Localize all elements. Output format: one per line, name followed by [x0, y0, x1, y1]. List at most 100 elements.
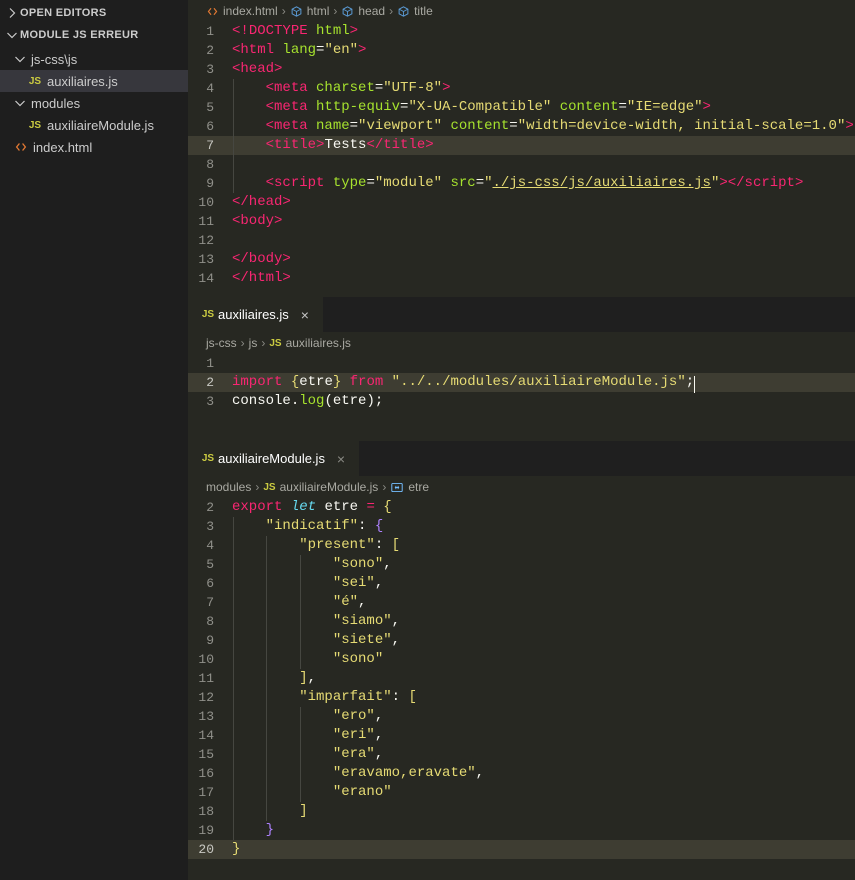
chevron-right-icon [4, 5, 20, 21]
code-line[interactable]: 14 "eri", [188, 726, 855, 745]
code-editor-auxiliaires-js[interactable]: 1 2 import {etre} from "../../modules/auxi… [188, 354, 855, 441]
code-line[interactable]: 13 "ero", [188, 707, 855, 726]
line-content: "ero", [232, 707, 855, 726]
code-line[interactable]: 2 <html lang="en"> [188, 41, 855, 60]
code-line[interactable]: 1 <!DOCTYPE html> [188, 22, 855, 41]
breadcrumb-auxiliaires-js: js-css › js › JS auxiliaires.js [188, 332, 855, 354]
indent-guide [232, 155, 234, 174]
code-line[interactable]: 11 <body> [188, 212, 855, 231]
line-content [232, 155, 855, 174]
code-editor-index-html[interactable]: 1 <!DOCTYPE html> 2 <html lang="en"> 3 <head>… [188, 22, 855, 297]
indent-guide [299, 650, 301, 669]
close-icon[interactable]: × [297, 307, 313, 323]
indent-guide [266, 726, 268, 745]
code-line[interactable]: 7 "é", [188, 593, 855, 612]
code-line[interactable]: 15 "era", [188, 745, 855, 764]
indent-guide [266, 555, 268, 574]
breadcrumb-item[interactable]: js [249, 336, 258, 350]
code-line[interactable]: 7 <title>Tests</title> [188, 136, 855, 155]
chevron-down-icon [12, 51, 28, 67]
breadcrumb-label: etre [408, 480, 429, 494]
editor-group-2: JS auxiliaires.js × js-css › js › JS auxiliai… [188, 297, 855, 441]
breadcrumb-separator-icon: › [255, 480, 260, 494]
breadcrumb-item[interactable]: index.html [206, 4, 278, 18]
code-line[interactable]: 2 import {etre} from "../../modules/auxil… [188, 373, 855, 393]
code-line[interactable]: 13 </body> [188, 250, 855, 269]
tab-bar-2: JS auxiliaires.js × [188, 297, 855, 332]
code-line[interactable]: 3 console.log(etre); [188, 392, 855, 411]
line-content: <meta http-equiv="X-UA-Compatible" conte… [232, 98, 855, 117]
indent-guide [266, 669, 268, 688]
code-line[interactable]: 9 "siete", [188, 631, 855, 650]
breadcrumb-item[interactable]: JS auxiliaires.js [269, 336, 351, 350]
indent-guide [266, 536, 268, 555]
breadcrumb-separator-icon: › [261, 336, 266, 350]
code-line[interactable]: 1 [188, 354, 855, 373]
code-line[interactable]: 6 <meta name="viewport" content="width=d… [188, 117, 855, 136]
code-line[interactable]: 16 "eravamo,eravate", [188, 764, 855, 783]
code-line[interactable]: 18 ] [188, 802, 855, 821]
editor-area: index.html › html › head › title 1 <!DOCTYPE ht… [188, 0, 855, 880]
explorer-row-auxiliaires-js[interactable]: JS auxiliaires.js [0, 70, 188, 92]
code-line[interactable]: 10 </head> [188, 193, 855, 212]
code-line[interactable]: 12 "imparfait": [ [188, 688, 855, 707]
code-line[interactable]: 3 "indicatif": { [188, 517, 855, 536]
code-line[interactable]: 11 ], [188, 669, 855, 688]
code-line[interactable]: 5 <meta http-equiv="X-UA-Compatible" con… [188, 98, 855, 117]
indent-guide [232, 783, 234, 802]
tab-auxiliaires-js[interactable]: JS auxiliaires.js × [188, 297, 323, 332]
code-line[interactable]: 8 "siamo", [188, 612, 855, 631]
code-line[interactable]: 9 <script type="module" src="./js-css/js… [188, 174, 855, 193]
code-line[interactable]: 10 "sono" [188, 650, 855, 669]
code-line[interactable]: 19 } [188, 821, 855, 840]
breadcrumb-separator-icon: › [389, 4, 394, 18]
code-line[interactable]: 20} [188, 840, 855, 859]
indent-guide [232, 117, 234, 136]
code-line[interactable]: 12 [188, 231, 855, 250]
tab-bar-3: JS auxiliaireModule.js × [188, 441, 855, 476]
code-line[interactable]: 6 "sei", [188, 574, 855, 593]
line-number: 16 [198, 766, 214, 781]
indent-guide [232, 802, 234, 821]
open-editors-pane-header[interactable]: OPEN EDITORS [0, 2, 188, 24]
code-line[interactable]: 14 </html> [188, 269, 855, 288]
explorer-row-index-html[interactable]: index.html [0, 136, 188, 158]
indent-guide [299, 593, 301, 612]
explorer-row-modules[interactable]: modules [0, 92, 188, 114]
breadcrumb-separator-icon: › [333, 4, 338, 18]
editor-group-3: JS auxiliaireModule.js × modules › JS auxil… [188, 441, 855, 880]
line-number: 2 [206, 375, 214, 390]
breadcrumb-item[interactable]: modules [206, 480, 251, 494]
symbol-field-icon [290, 5, 303, 18]
close-icon[interactable]: × [333, 451, 349, 467]
code-editor-auxiliaire-module-js[interactable]: 2 export let etre = {3 "indicatif": {4 "p… [188, 498, 855, 880]
code-line[interactable]: 8 [188, 155, 855, 174]
line-number: 11 [198, 671, 214, 686]
code-line[interactable]: 4 <meta charset="UTF-8"> [188, 79, 855, 98]
breadcrumb-item[interactable]: js-css [206, 336, 237, 350]
line-content: </html> [232, 270, 291, 286]
code-line[interactable]: 4 "present": [ [188, 536, 855, 555]
code-line[interactable]: 5 "sono", [188, 555, 855, 574]
breadcrumb-item[interactable]: JS auxiliaireModule.js [263, 480, 378, 494]
indent-guide [266, 612, 268, 631]
code-line[interactable]: 17 "erano" [188, 783, 855, 802]
editor-group-1: index.html › html › head › title 1 <!DOCTYPE ht… [188, 0, 855, 297]
indent-guide [299, 574, 301, 593]
breadcrumb-label: title [414, 4, 433, 18]
breadcrumb-item[interactable]: title [397, 4, 433, 18]
indent-guide [232, 612, 234, 631]
line-content: <title>Tests</title> [232, 136, 855, 155]
breadcrumb-item[interactable]: html [290, 4, 329, 18]
explorer-row-auxiliairemodule-js[interactable]: JS auxiliaireModule.js [0, 114, 188, 136]
breadcrumb-item[interactable]: head [341, 4, 385, 18]
folder-pane-header[interactable]: MODULE JS ERREUR [0, 24, 188, 46]
line-content [232, 354, 855, 373]
breadcrumb-item[interactable]: etre [390, 480, 429, 494]
breadcrumb-label: head [358, 4, 386, 18]
tab-auxiliaire-module-js[interactable]: JS auxiliaireModule.js × [188, 441, 359, 476]
code-line[interactable]: 2 export let etre = { [188, 498, 855, 517]
code-line[interactable]: 3 <head> [188, 60, 855, 79]
indent-guide [232, 688, 234, 707]
explorer-row-js-css-js[interactable]: js-css\js [0, 48, 188, 70]
